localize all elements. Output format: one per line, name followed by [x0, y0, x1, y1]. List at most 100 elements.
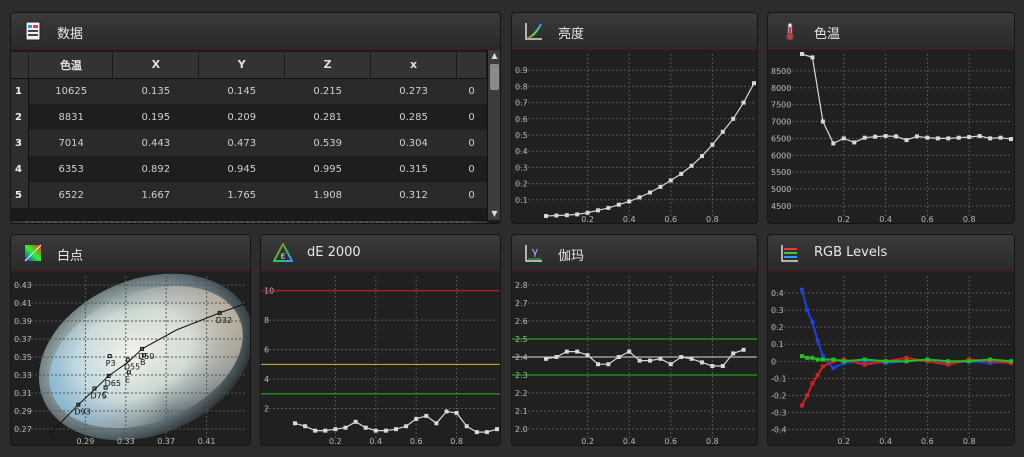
data-point[interactable] [700, 360, 704, 365]
data-point[interactable] [862, 357, 867, 362]
row-number[interactable]: 1 [11, 78, 30, 104]
data-point[interactable] [564, 213, 569, 218]
table-cell[interactable]: 0.892 [112, 156, 199, 182]
data-point[interactable] [988, 136, 993, 141]
table-row[interactable]: 4 6353 0.892 0.945 0.995 0.315 0 [11, 156, 487, 182]
table-cell[interactable]: 7014 [28, 130, 113, 156]
table-cell[interactable]: 0.281 [284, 104, 371, 130]
data-point[interactable] [575, 349, 580, 354]
table-cell[interactable]: 0.995 [284, 156, 371, 182]
data-point[interactable] [956, 135, 961, 140]
data-point[interactable] [720, 364, 725, 368]
column-header-cct[interactable]: 色温 [28, 52, 114, 79]
scroll-left-arrow[interactable]: ◀ [11, 221, 25, 223]
table-cell[interactable]: 0.304 [370, 130, 457, 156]
table-cell[interactable]: 0 [456, 104, 487, 130]
data-point[interactable] [820, 119, 825, 124]
data-point[interactable] [904, 359, 909, 364]
scroll-down-arrow[interactable]: ▼ [488, 208, 500, 220]
vertical-scrollbar[interactable]: ▲ ▼ [487, 50, 500, 220]
column-header-z-upper[interactable]: Z [284, 52, 372, 79]
data-point[interactable] [637, 195, 642, 200]
data-point[interactable] [883, 134, 888, 139]
table-cell[interactable]: 0.273 [370, 78, 457, 104]
data-point[interactable] [720, 129, 725, 134]
data-point[interactable] [323, 428, 328, 433]
data-point[interactable] [343, 425, 348, 430]
data-point[interactable] [596, 208, 600, 213]
table-cell[interactable]: 10625 [28, 78, 113, 104]
table-cell[interactable]: 0.443 [112, 130, 199, 156]
data-point[interactable] [800, 403, 804, 408]
data-point[interactable] [805, 355, 810, 360]
table-cell[interactable]: 0.215 [284, 78, 371, 104]
data-point[interactable] [424, 413, 429, 418]
data-point[interactable] [484, 430, 489, 435]
data-point[interactable] [474, 430, 479, 435]
data-point[interactable] [1009, 359, 1013, 364]
vertical-scroll-thumb[interactable] [490, 64, 499, 90]
table-row[interactable]: 5 6522 1.667 1.765 1.908 0.312 0 [11, 182, 487, 208]
scroll-up-arrow[interactable]: ▲ [488, 50, 500, 62]
data-point[interactable] [894, 134, 899, 139]
table-cell[interactable]: 0.145 [198, 78, 285, 104]
data-point[interactable] [998, 135, 1003, 140]
data-point[interactable] [1009, 137, 1013, 142]
table-cell[interactable]: 0 [456, 182, 487, 208]
data-point[interactable] [444, 409, 449, 414]
data-point[interactable] [414, 416, 419, 421]
data-point[interactable] [904, 138, 909, 143]
whitepoint-chart[interactable]: 0.29 0.33 0.37 0.41 0.27 0.29 0.31 0.33 0.35 0.37… [11, 272, 250, 445]
data-point[interactable] [967, 135, 972, 140]
data-point[interactable] [668, 178, 673, 183]
data-point[interactable] [741, 100, 746, 105]
data-point[interactable] [862, 362, 867, 367]
table-cell[interactable]: 8831 [28, 104, 113, 130]
data-point[interactable] [988, 357, 993, 362]
row-number[interactable]: 5 [11, 182, 30, 208]
data-point[interactable] [820, 357, 825, 362]
data-point[interactable] [925, 135, 930, 140]
data-point[interactable] [810, 355, 815, 360]
data-point[interactable] [293, 421, 297, 426]
rgb-levels-chart[interactable]: 0.2 0.4 0.6 0.8 -0.4 -0.3 -0.2 -0.1 0 0.1 0.2 0.3 0.… [768, 272, 1014, 445]
data-point[interactable] [935, 136, 940, 141]
table-cell[interactable]: 0.315 [370, 156, 457, 182]
row-number[interactable]: 2 [11, 104, 30, 130]
data-point[interactable] [967, 359, 972, 364]
data-point[interactable] [627, 199, 632, 204]
table-cell[interactable]: 0 [456, 156, 487, 182]
table-cell[interactable]: 0.135 [112, 78, 199, 104]
data-point[interactable] [585, 210, 590, 215]
data-point[interactable] [731, 116, 736, 121]
data-point[interactable] [434, 421, 439, 426]
data-point[interactable] [394, 427, 398, 432]
data-point[interactable] [373, 428, 378, 433]
data-point[interactable] [800, 52, 804, 56]
row-number[interactable]: 3 [11, 130, 30, 156]
data-point[interactable] [831, 366, 836, 371]
data-point[interactable] [303, 424, 308, 429]
data-point[interactable] [810, 381, 815, 386]
table-cell[interactable]: 0.285 [370, 104, 457, 130]
data-point[interactable] [883, 359, 888, 364]
data-point[interactable] [648, 358, 652, 363]
data-point[interactable] [616, 202, 621, 207]
table-cell[interactable]: 0 [456, 130, 487, 156]
data-point[interactable] [700, 154, 704, 159]
table-cell[interactable]: 0 [456, 78, 487, 104]
data-point[interactable] [820, 364, 825, 369]
table-cell[interactable]: 6353 [28, 156, 113, 182]
data-point[interactable] [464, 424, 469, 429]
table-cell[interactable]: 0.945 [198, 156, 285, 182]
data-point[interactable] [679, 355, 684, 359]
data-point[interactable] [710, 364, 715, 368]
data-point[interactable] [637, 358, 642, 363]
table-cell[interactable]: 0.209 [198, 104, 285, 130]
data-point[interactable] [658, 184, 663, 189]
data-point[interactable] [606, 362, 611, 367]
data-point[interactable] [946, 359, 951, 364]
gamma-chart[interactable]: 0.2 0.4 0.6 0.82.02.12.22.32.42.52.62.72.8 [512, 272, 757, 445]
data-point[interactable] [544, 356, 548, 361]
data-point[interactable] [805, 393, 810, 398]
